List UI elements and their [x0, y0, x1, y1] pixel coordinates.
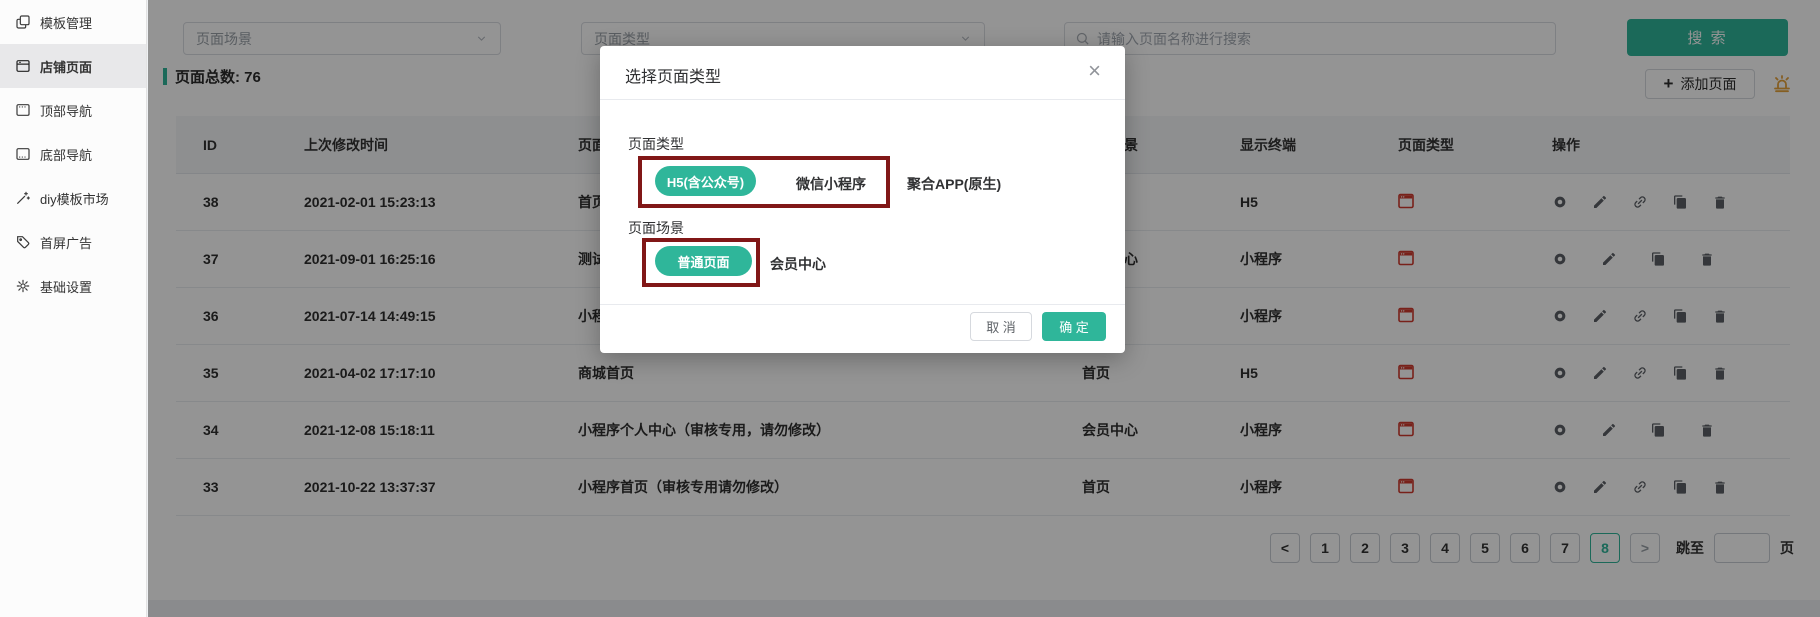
templates-icon [15, 14, 31, 30]
sidebar: 模板管理 店铺页面 顶部导航 底部导航 diy模板市场 首屏广告 基础设置 [0, 0, 147, 617]
sidebar-item-bottom-nav[interactable]: 底部导航 [0, 132, 146, 176]
sidebar-item-label: 店铺页面 [40, 57, 92, 76]
top-nav-icon [15, 102, 31, 118]
dialog-header-divider [600, 99, 1125, 100]
close-icon[interactable]: × [1084, 56, 1105, 86]
sidebar-item-shop-pages[interactable]: 店铺页面 [0, 44, 146, 88]
sidebar-item-label: 首屏广告 [40, 233, 92, 252]
diy-market-icon [15, 190, 31, 206]
sidebar-item-label: 基础设置 [40, 277, 92, 296]
settings-icon [15, 278, 31, 294]
select-page-type-dialog: 选择页面类型 × 页面类型 H5(含公众号) 微信小程序 聚合APP(原生) 页… [600, 46, 1125, 353]
sidebar-item-template-manage[interactable]: 模板管理 [0, 0, 146, 44]
confirm-button[interactable]: 确 定 [1042, 312, 1106, 341]
dialog-footer-divider [600, 304, 1125, 305]
sidebar-item-splash-ad[interactable]: 首屏广告 [0, 220, 146, 264]
option-normal-page-selected[interactable]: 普通页面 [655, 246, 752, 276]
bottom-nav-icon [15, 146, 31, 162]
sidebar-item-label: 顶部导航 [40, 101, 92, 120]
sidebar-item-label: 底部导航 [40, 145, 92, 164]
page-type-label: 页面类型 [628, 134, 684, 154]
option-wechat-miniprogram[interactable]: 微信小程序 [796, 174, 866, 194]
option-member-center[interactable]: 会员中心 [770, 254, 826, 274]
option-native-app[interactable]: 聚合APP(原生) [907, 174, 1001, 194]
splash-ad-icon [15, 234, 31, 250]
dialog-title: 选择页面类型 [625, 63, 721, 87]
page-scene-label: 页面场景 [628, 218, 684, 238]
cancel-button[interactable]: 取 消 [970, 312, 1032, 341]
sidebar-item-diy-market[interactable]: diy模板市场 [0, 176, 146, 220]
option-h5-selected[interactable]: H5(含公众号) [655, 166, 756, 196]
app-window: 模板管理 店铺页面 顶部导航 底部导航 diy模板市场 首屏广告 基础设置 [0, 0, 1820, 617]
sidebar-item-label: diy模板市场 [40, 189, 109, 208]
sidebar-item-label: 模板管理 [40, 13, 92, 32]
sidebar-item-basic-settings[interactable]: 基础设置 [0, 264, 146, 308]
sidebar-item-top-nav[interactable]: 顶部导航 [0, 88, 146, 132]
shop-pages-icon [15, 58, 31, 74]
